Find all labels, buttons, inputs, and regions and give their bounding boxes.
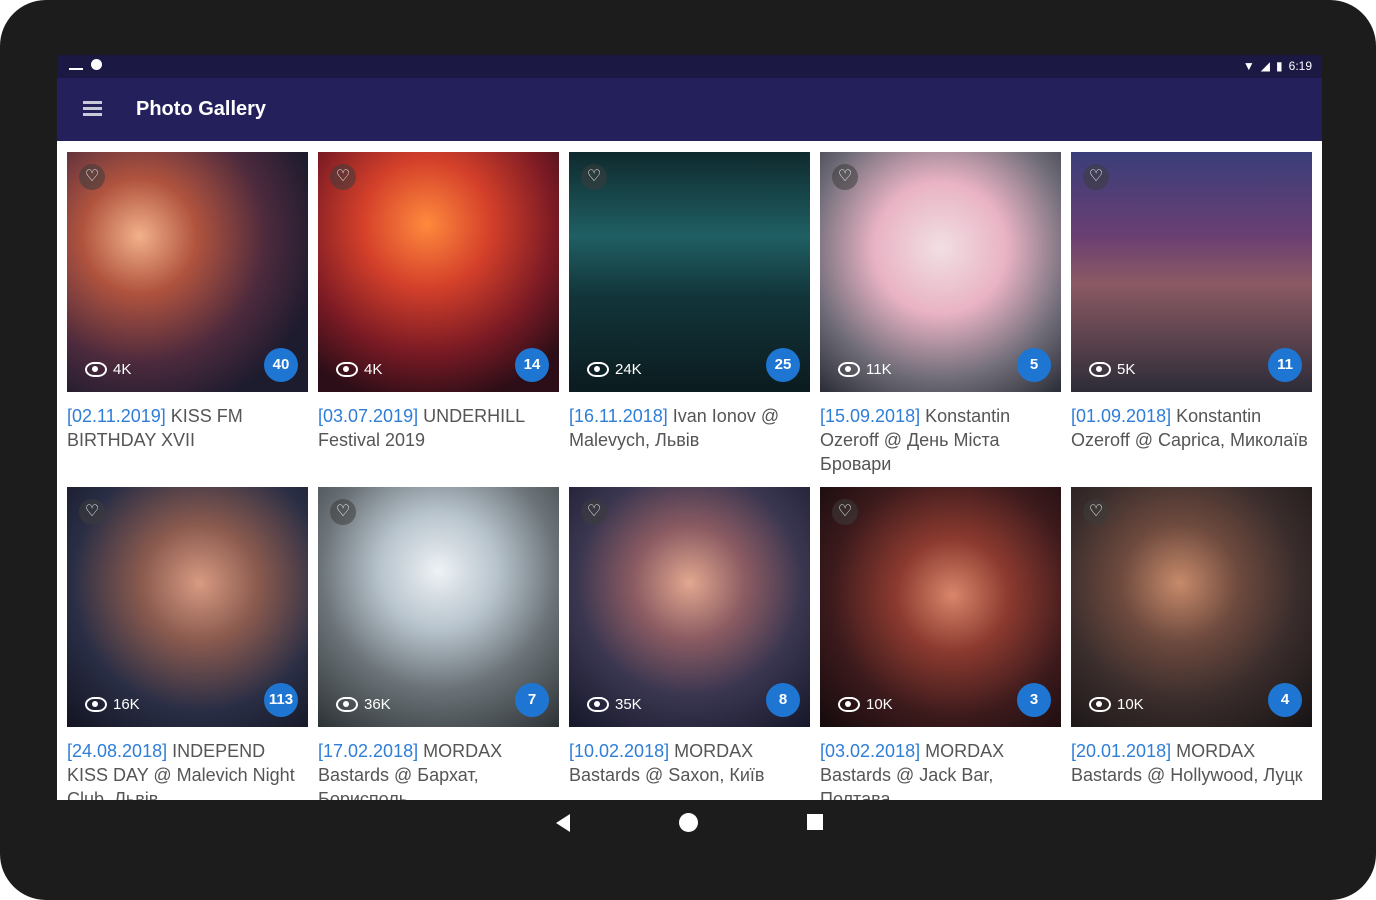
gallery-thumbnail[interactable]: ♡ 4K 40 [67,152,308,392]
view-count: 4K [85,361,131,378]
favorite-heart-icon[interactable]: ♡ [330,499,356,525]
view-count: 36K [336,696,391,713]
view-count: 11K [838,361,892,378]
status-time: 6:19 [1288,59,1312,73]
gallery-item[interactable]: ♡ 36K 7 [17.02.2018] MORDAX Bastards @ Б… [318,487,559,800]
app-bar: Photo Gallery [57,78,1322,141]
status-bar: ▼ ◢ ▮ 6:19 [57,55,1322,78]
gallery-item[interactable]: ♡ 10K 4 [20.01.2018] MORDAX Bastards @ H… [1071,487,1312,800]
eye-icon [587,362,609,377]
gallery-thumbnail[interactable]: ♡ 24K 25 [569,152,810,392]
gallery-caption: [15.09.2018] Konstantin Ozeroff @ День М… [820,404,1061,476]
gallery-item[interactable]: ♡ 16K 113 [24.08.2018] INDEPEND KISS DAY… [67,487,308,800]
photo-count-badge: 40 [264,348,298,382]
gallery-caption: [03.02.2018] MORDAX Bastards @ Jack Bar,… [820,739,1061,800]
gallery-caption: [10.02.2018] MORDAX Bastards @ Saxon, Ки… [569,739,810,800]
gallery-date: [02.11.2019] [67,406,166,426]
screen: ▼ ◢ ▮ 6:19 Photo Gallery ♡ 4K 40 [02.11.… [57,55,1322,800]
favorite-heart-icon[interactable]: ♡ [581,164,607,190]
gallery-date: [24.08.2018] [67,741,168,761]
navigation-bar [0,800,1376,850]
gallery-item[interactable]: ♡ 4K 40 [02.11.2019] KISS FM BIRTHDAY XV… [67,152,308,476]
photo-count-badge: 8 [766,683,800,717]
gallery-date: [03.07.2019] [318,406,419,426]
gallery-item[interactable]: ♡ 11K 5 [15.09.2018] Konstantin Ozeroff … [820,152,1061,476]
gallery-item[interactable]: ♡ 24K 25 [16.11.2018] Ivan Ionov @ Malev… [569,152,810,476]
gallery-item[interactable]: ♡ 10K 3 [03.02.2018] MORDAX Bastards @ J… [820,487,1061,800]
gallery-date: [01.09.2018] [1071,406,1172,426]
eye-icon [85,362,107,377]
view-count: 24K [587,361,642,378]
gallery-date: [03.02.2018] [820,741,921,761]
photo-count-badge: 113 [264,683,298,717]
eye-icon [587,697,609,712]
gallery-thumbnail[interactable]: ♡ 4K 14 [318,152,559,392]
gallery-item[interactable]: ♡ 5K 11 [01.09.2018] Konstantin Ozeroff … [1071,152,1312,476]
back-icon[interactable] [556,814,570,832]
gallery-date: [17.02.2018] [318,741,419,761]
view-count: 35K [587,696,642,713]
home-icon[interactable] [679,813,698,832]
photo-count-badge: 7 [515,683,549,717]
view-count: 10K [838,696,893,713]
photo-count-badge: 4 [1268,683,1302,717]
photo-count-badge: 14 [515,348,549,382]
photo-count-badge: 3 [1017,683,1051,717]
gallery-caption: [24.08.2018] INDEPEND KISS DAY @ Malevic… [67,739,308,800]
gallery-caption: [16.11.2018] Ivan Ionov @ Malevych, Льві… [569,404,810,476]
gallery-thumbnail[interactable]: ♡ 16K 113 [67,487,308,727]
gallery-thumbnail[interactable]: ♡ 36K 7 [318,487,559,727]
recents-icon[interactable] [807,814,823,830]
favorite-heart-icon[interactable]: ♡ [832,164,858,190]
gallery-item[interactable]: ♡ 4K 14 [03.07.2019] UNDERHILL Festival … [318,152,559,476]
signal-icon: ◢ [1260,59,1271,73]
view-count: 4K [336,361,382,378]
view-count: 5K [1089,361,1135,378]
eye-icon [336,697,358,712]
favorite-heart-icon[interactable]: ♡ [832,499,858,525]
photo-count-badge: 25 [766,348,800,382]
favorite-heart-icon[interactable]: ♡ [1083,164,1109,190]
favorite-heart-icon[interactable]: ♡ [581,499,607,525]
gallery-thumbnail[interactable]: ♡ 35K 8 [569,487,810,727]
view-count: 10K [1089,696,1144,713]
gallery-caption: [02.11.2019] KISS FM BIRTHDAY XVII [67,404,308,476]
wifi-icon: ▼ [1242,59,1255,73]
tablet-frame: ▼ ◢ ▮ 6:19 Photo Gallery ♡ 4K 40 [02.11.… [0,0,1376,900]
favorite-heart-icon[interactable]: ♡ [79,164,105,190]
eye-icon [85,697,107,712]
gallery-caption: [17.02.2018] MORDAX Bastards @ Бархат, Б… [318,739,559,800]
gallery-thumbnail[interactable]: ♡ 10K 4 [1071,487,1312,727]
keyboard-icon [69,60,83,70]
gallery-caption: [20.01.2018] MORDAX Bastards @ Hollywood… [1071,739,1312,800]
eye-icon [336,362,358,377]
gallery-thumbnail[interactable]: ♡ 10K 3 [820,487,1061,727]
gallery-date: [16.11.2018] [569,406,668,426]
favorite-heart-icon[interactable]: ♡ [1083,499,1109,525]
gallery-date: [15.09.2018] [820,406,921,426]
view-count: 16K [85,696,140,713]
gallery-caption: [01.09.2018] Konstantin Ozeroff @ Capric… [1071,404,1312,476]
gallery-item[interactable]: ♡ 35K 8 [10.02.2018] MORDAX Bastards @ S… [569,487,810,800]
favorite-heart-icon[interactable]: ♡ [330,164,356,190]
gallery-caption: [03.07.2019] UNDERHILL Festival 2019 [318,404,559,476]
eye-icon [838,362,860,377]
gallery-thumbnail[interactable]: ♡ 5K 11 [1071,152,1312,392]
gallery-date: [20.01.2018] [1071,741,1172,761]
battery-icon: ▮ [1276,59,1283,73]
favorite-heart-icon[interactable]: ♡ [79,499,105,525]
gallery-thumbnail[interactable]: ♡ 11K 5 [820,152,1061,392]
photo-count-badge: 5 [1017,348,1051,382]
app-title: Photo Gallery [136,98,267,120]
eye-icon [1089,362,1111,377]
eye-icon [838,697,860,712]
gallery-date: [10.02.2018] [569,741,670,761]
eye-icon [1089,697,1111,712]
photo-count-badge: 11 [1268,348,1302,382]
hamburger-menu-icon[interactable] [83,101,102,117]
notification-icon [91,59,102,70]
